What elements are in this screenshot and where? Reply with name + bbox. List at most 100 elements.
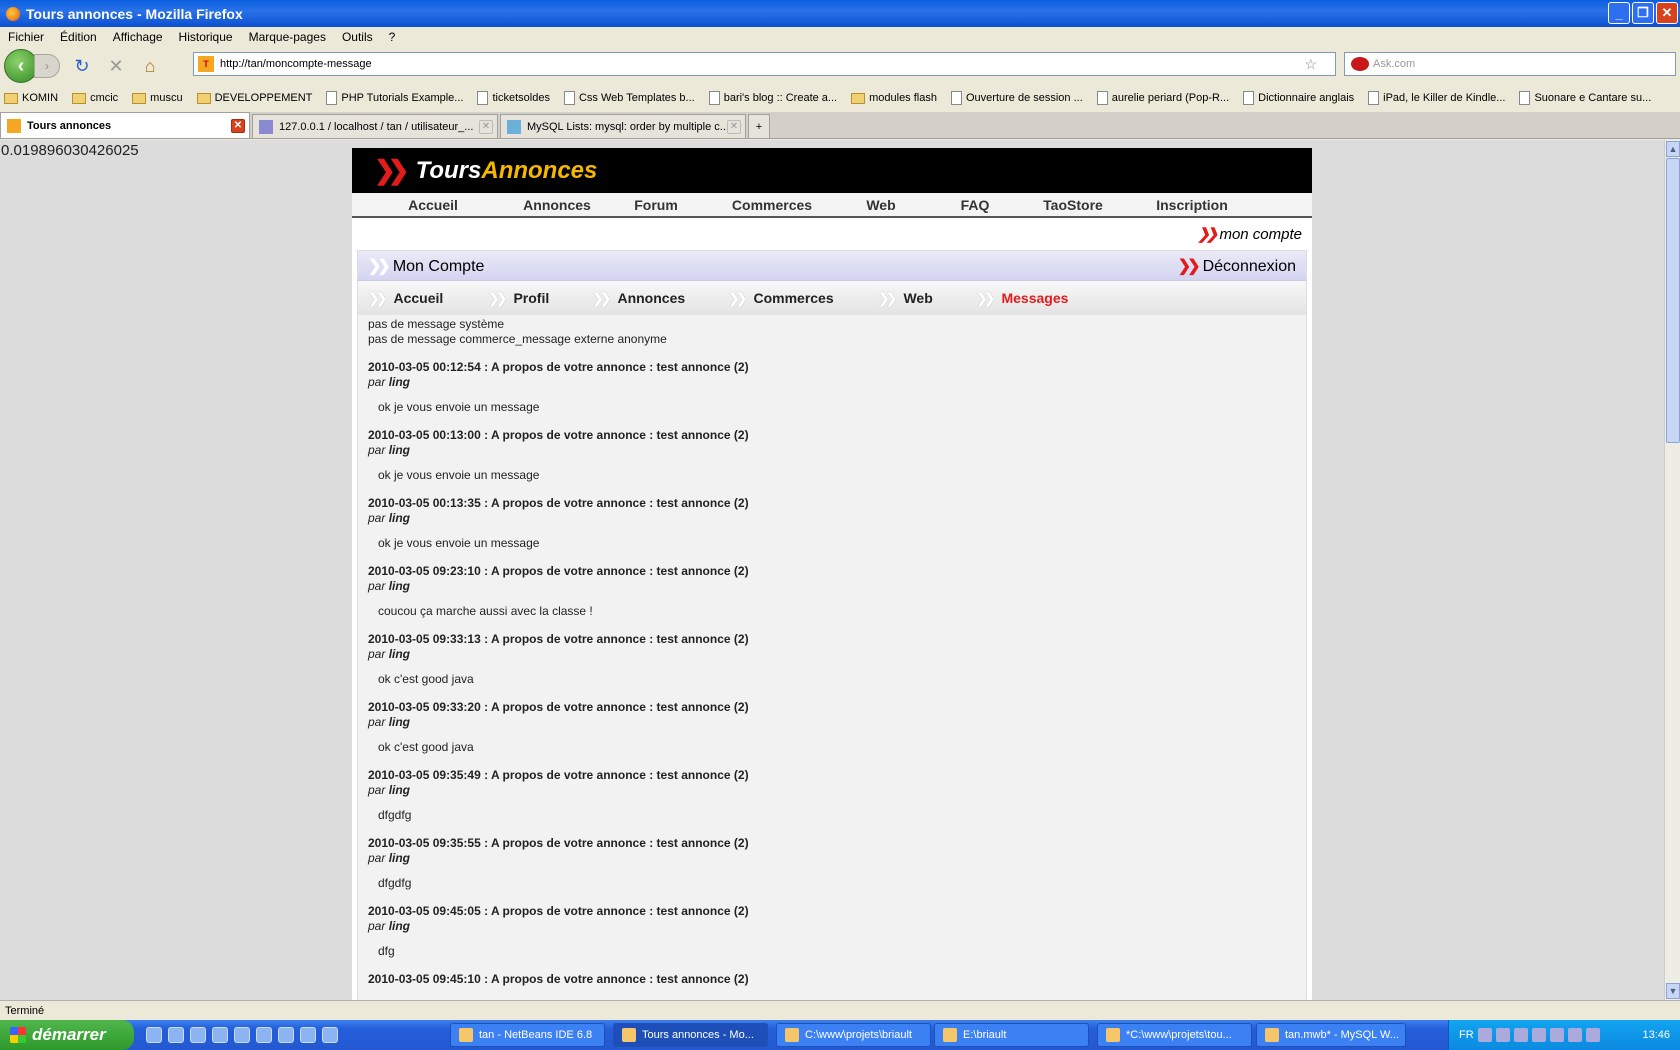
nav-forum[interactable]: Forum [602, 197, 710, 213]
bookmark-star-icon[interactable]: ☆ [1304, 56, 1317, 73]
task-mysql-workbench[interactable]: tan.mwb* - MySQL W... [1256, 1023, 1406, 1047]
bookmark-item[interactable]: KOMIN [0, 92, 58, 104]
tab-phpmyadmin[interactable]: 127.0.0.1 / localhost / tan / utilisateu… [252, 114, 498, 138]
message-header[interactable]: 2010-03-05 00:12:54 : A propos de votre … [368, 360, 1296, 375]
forward-button[interactable]: › [34, 54, 60, 78]
message-header[interactable]: 2010-03-05 09:33:20 : A propos de votre … [368, 700, 1296, 715]
logo-part2[interactable]: Annonces [481, 157, 597, 185]
task-explorer-projets[interactable]: C:\www\projets\briault [776, 1023, 931, 1047]
nav-accueil[interactable]: Accueil [354, 197, 512, 213]
message-header[interactable]: 2010-03-05 09:45:10 : A propos de votre … [368, 972, 1296, 987]
message-header[interactable]: 2010-03-05 00:13:35 : A propos de votre … [368, 496, 1296, 511]
minimize-button[interactable]: _ [1608, 2, 1630, 24]
tray-icon[interactable] [1513, 1028, 1528, 1042]
subnav-messages[interactable]: ❯❯ Messages [976, 290, 1106, 307]
scroll-thumb[interactable] [1666, 158, 1680, 443]
menu-help[interactable]: ? [381, 30, 404, 44]
nav-annonces[interactable]: Annonces [512, 197, 602, 213]
tray-icon[interactable] [1567, 1028, 1582, 1042]
back-button[interactable]: ‹ [4, 49, 38, 83]
bookmark-item[interactable]: Dictionnaire anglais [1239, 91, 1354, 105]
subnav-web[interactable]: ❯❯ Web [878, 290, 976, 307]
message-header[interactable]: 2010-03-05 09:33:13 : A propos de votre … [368, 632, 1296, 647]
start-button[interactable]: démarrer [0, 1020, 134, 1050]
task-explorer-briault[interactable]: E:\briault [934, 1023, 1089, 1047]
scroll-down-icon[interactable]: ▼ [1666, 983, 1680, 999]
task-editor[interactable]: *C:\www\projets\tou... [1097, 1023, 1252, 1047]
maximize-button[interactable]: ❐ [1632, 2, 1654, 24]
tray-icon[interactable] [1495, 1028, 1510, 1042]
globe-icon[interactable] [300, 1027, 316, 1043]
nav-inscription[interactable]: Inscription [1124, 197, 1260, 213]
bookmark-item[interactable]: ticketsoldes [473, 91, 550, 105]
search-bar[interactable]: Ask.com [1344, 52, 1676, 76]
menu-affichage[interactable]: Affichage [105, 30, 171, 44]
tray-icon[interactable] [1549, 1028, 1564, 1042]
menu-outils[interactable]: Outils [334, 30, 381, 44]
tab-mysql-lists[interactable]: MySQL Lists: mysql: order by multiple c.… [500, 114, 746, 138]
close-tab-icon[interactable]: ✕ [727, 119, 741, 134]
close-window-button[interactable]: ✕ [1656, 2, 1678, 24]
bookmark-item[interactable]: Css Web Templates b... [560, 91, 695, 105]
logout-link[interactable]: Déconnexion [1203, 258, 1296, 275]
folder-quicklaunch-icon[interactable] [322, 1027, 338, 1043]
bookmark-item[interactable]: bari's blog :: Create a... [705, 91, 837, 105]
message-author: ling [388, 715, 411, 729]
bookmark-item[interactable]: Suonare e Cantare su... [1515, 91, 1651, 105]
bookmark-item[interactable]: muscu [128, 92, 183, 104]
logo-part1[interactable]: Tours [416, 157, 482, 185]
menu-fichier[interactable]: Fichier [0, 30, 52, 44]
user-icon[interactable] [190, 1027, 206, 1043]
close-tab-icon[interactable]: ✕ [231, 118, 245, 133]
logout-wrap[interactable]: ❯❯ Déconnexion [1178, 256, 1296, 276]
bookmark-item[interactable]: iPad, le Killer de Kindle... [1364, 91, 1505, 105]
message-header[interactable]: 2010-03-05 09:35:55 : A propos de votre … [368, 836, 1296, 851]
mon-compte-link[interactable]: mon compte [1219, 226, 1302, 243]
tray-icon[interactable] [1531, 1028, 1546, 1042]
scroll-up-icon[interactable]: ▲ [1666, 141, 1680, 157]
nav-faq[interactable]: FAQ [928, 197, 1022, 213]
task-netbeans[interactable]: tan - NetBeans IDE 6.8 [450, 1023, 605, 1047]
message-header[interactable]: 2010-03-05 00:13:00 : A propos de votre … [368, 428, 1296, 443]
home-icon[interactable]: ⌂ [138, 54, 162, 78]
firefox-quicklaunch-icon[interactable] [168, 1027, 184, 1043]
bookmark-item[interactable]: PHP Tutorials Example... [322, 91, 463, 105]
ie-icon[interactable] [256, 1027, 272, 1043]
task-firefox[interactable]: Tours annonces - Mo... [613, 1023, 768, 1047]
ie2-icon[interactable] [278, 1027, 294, 1043]
page-icon [1096, 91, 1108, 105]
bookmark-item[interactable]: modules flash [847, 92, 937, 104]
nav-commerces[interactable]: Commerces [710, 197, 834, 213]
bookmark-item[interactable]: cmcic [68, 92, 118, 104]
message-item: 2010-03-05 09:45:05 : A propos de votre … [368, 904, 1296, 959]
subnav-profil[interactable]: ❯❯ Profil [488, 290, 592, 307]
ask-icon[interactable] [1351, 57, 1369, 71]
tab-tours-annonces[interactable]: Tours annonces ✕ [0, 112, 250, 138]
subnav-annonces[interactable]: ❯❯ Annonces [592, 290, 728, 307]
tool-icon[interactable] [212, 1027, 228, 1043]
page-scrollbar[interactable]: ▲ ▼ [1664, 140, 1680, 1000]
bookmark-item[interactable]: aurelie periard (Pop-R... [1093, 91, 1229, 105]
bookmark-item[interactable]: DEVELOPPEMENT [193, 92, 312, 104]
tray-icon[interactable] [1477, 1028, 1492, 1042]
message-header[interactable]: 2010-03-05 09:35:49 : A propos de votre … [368, 768, 1296, 783]
nav-taostore[interactable]: TaoStore [1022, 197, 1124, 213]
subnav-accueil[interactable]: ❯❯ Accueil [368, 290, 488, 307]
message-header[interactable]: 2010-03-05 09:45:05 : A propos de votre … [368, 904, 1296, 919]
menu-marque-pages[interactable]: Marque-pages [241, 30, 334, 44]
menu-edition[interactable]: Édition [52, 30, 105, 44]
language-indicator[interactable]: FR [1459, 1029, 1474, 1041]
url-bar[interactable]: T http://tan/moncompte-message ☆ [193, 52, 1336, 76]
tray-icon[interactable] [1585, 1028, 1600, 1042]
bookmark-item[interactable]: Ouverture de session ... [947, 91, 1083, 105]
app-icon[interactable] [234, 1027, 250, 1043]
chrome-icon[interactable] [146, 1027, 162, 1043]
nav-web[interactable]: Web [834, 197, 928, 213]
menu-historique[interactable]: Historique [171, 30, 241, 44]
stop-icon[interactable]: ✕ [104, 54, 128, 78]
close-tab-icon[interactable]: ✕ [479, 119, 493, 134]
subnav-commerces[interactable]: ❯❯ Commerces [728, 290, 878, 307]
message-header[interactable]: 2010-03-05 09:23:10 : A propos de votre … [368, 564, 1296, 579]
reload-icon[interactable]: ↻ [70, 54, 94, 78]
new-tab-button[interactable]: + [748, 114, 770, 138]
